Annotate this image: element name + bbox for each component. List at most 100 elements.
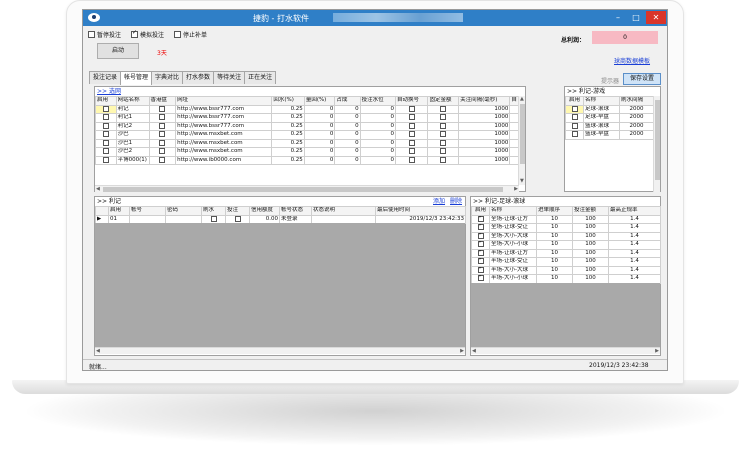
play-enabled-checkbox[interactable] [477,215,484,222]
site-enabled[interactable] [95,147,117,157]
play-enabled[interactable] [471,274,490,284]
site-fixed-checkbox[interactable] [440,131,447,137]
site-fixed-amount[interactable] [427,147,460,157]
site-row[interactable]: 利记1 http://www.bssr777.com 0.25 0 0 0 1000 [95,113,519,123]
play-enabled[interactable] [471,240,490,250]
site-fixed-amount[interactable] [427,104,460,114]
game-row[interactable]: 足球-早盘 2000 [565,113,654,123]
play-row[interactable]: 全场-让球-受让101001.4 [471,223,661,233]
tab-dictionary[interactable]: 字典对比 [151,71,184,84]
play-row[interactable]: 半场-让球-让方101001.4 [471,248,661,258]
sites-hscroll-thumb[interactable] [103,187,503,192]
play-enabled-checkbox[interactable] [477,224,484,230]
site-fixed-checkbox[interactable] [440,122,447,129]
site-auto-switch[interactable] [394,147,429,157]
site-hk-odds[interactable] [148,104,177,114]
tab-following[interactable]: 正在关注 [244,71,277,84]
play-row[interactable]: 半场-大小-小球101001.4 [471,274,661,284]
pause-bet-checkbox[interactable] [88,31,95,38]
play-enabled-checkbox[interactable] [477,249,484,256]
site-enabled[interactable] [95,121,117,131]
scroll-right-icon[interactable]: ▶ [655,349,659,354]
maximize-icon[interactable]: □ [628,11,644,24]
stop-rebet-checkbox[interactable] [174,31,181,38]
site-auto-switch[interactable] [394,104,429,114]
site-hk-checkbox[interactable] [159,148,166,154]
site-row[interactable]: 沙巴 http://www.msxbet.com 0.25 0 0 0 1000 [95,130,519,140]
play-enabled-checkbox[interactable] [477,258,484,264]
play-enabled[interactable] [471,257,490,267]
sim-bet-checkbox[interactable] [131,29,138,38]
play-row[interactable]: 全场-大小-小球101001.4 [471,240,661,250]
scroll-left-icon[interactable]: ◀ [472,349,476,354]
site-fixed-amount[interactable] [427,121,460,131]
site-enabled[interactable] [95,130,117,140]
site-row[interactable]: 平博000(1) http://www.ib0000.com 0.25 0 0 0 1000 [95,155,519,165]
site-hk-checkbox[interactable] [159,105,166,112]
tab-accounts[interactable]: 帐号管理 [120,71,153,85]
play-row[interactable]: 全场-让球-让方101001.4 [471,214,661,224]
site-fixed-amount[interactable] [427,155,460,165]
game-enabled[interactable] [565,104,584,114]
sites-vscroll-thumb[interactable] [520,104,525,164]
game-enabled[interactable] [565,121,584,131]
site-auto-checkbox[interactable] [408,122,415,129]
site-auto-checkbox[interactable] [408,114,415,120]
site-auto-switch[interactable] [394,121,429,131]
site-enabled[interactable] [95,155,117,165]
play-row[interactable]: 半场-让球-受让101001.4 [471,257,661,267]
play-row[interactable]: 全场-大小-大球101001.4 [471,231,661,241]
site-auto-checkbox[interactable] [408,139,415,146]
game-enabled-checkbox[interactable] [571,114,578,120]
site-hk-odds[interactable] [148,147,177,157]
site-auto-switch[interactable] [394,138,429,148]
scroll-down-icon[interactable]: ▼ [520,179,524,184]
site-enabled-checkbox[interactable] [102,139,109,146]
site-hk-odds[interactable] [148,121,177,131]
play-enabled-checkbox[interactable] [477,241,484,247]
play-enabled[interactable] [471,214,490,224]
site-auto-switch[interactable] [394,113,429,123]
site-enabled[interactable] [95,138,117,148]
site-row[interactable]: 沙巴2 http://www.msxbet.com 0.25 0 0 0 1000 [95,147,519,157]
site-auto-switch[interactable] [394,155,429,165]
site-fixed-checkbox[interactable] [440,139,447,146]
site-auto-checkbox[interactable] [408,148,415,154]
save-settings-button[interactable]: 保存设置 [623,73,661,85]
site-fixed-checkbox[interactable] [440,156,447,163]
site-enabled-checkbox[interactable] [102,114,109,120]
game-enabled-checkbox[interactable] [571,122,578,129]
sites-vscrollbar[interactable]: ▲ ▼ [518,96,525,185]
scroll-right-icon[interactable]: ▶ [514,187,518,192]
site-hk-odds[interactable] [148,138,177,148]
play-enabled[interactable] [471,248,490,258]
accounts-hscrollbar[interactable]: ◀ ▶ [95,347,465,354]
site-hk-odds[interactable] [148,113,177,123]
site-fixed-amount[interactable] [427,138,460,148]
site-row[interactable]: 沙巴1 http://www.msxbet.com 0.25 0 0 0 1000 [95,138,519,148]
site-fixed-amount[interactable] [427,130,460,140]
games-vscrollbar[interactable] [653,96,660,192]
site-fixed-checkbox[interactable] [440,105,447,112]
site-enabled-checkbox[interactable] [102,105,109,112]
template-link[interactable]: 球商数据模板 [614,56,650,65]
site-hk-checkbox[interactable] [159,131,166,137]
site-auto-switch[interactable] [394,130,429,140]
games-vscroll-thumb[interactable] [655,100,660,180]
site-row[interactable]: 利记 http://www.bssr777.com 0.25 0 0 0 1000 [95,104,519,114]
play-enabled[interactable] [471,223,490,233]
game-row[interactable]: 篮球-早盘 2000 [565,130,654,140]
site-hk-checkbox[interactable] [159,139,166,146]
game-enabled[interactable] [565,113,584,123]
play-enabled-checkbox[interactable] [477,275,484,281]
game-row[interactable]: 足球-滚球 2000 [565,104,654,114]
site-hk-checkbox[interactable] [159,114,166,120]
tab-bet-records[interactable]: 投注记录 [89,71,122,84]
site-auto-checkbox[interactable] [408,105,415,112]
scroll-up-icon[interactable]: ▲ [520,97,524,102]
site-hk-odds[interactable] [148,130,177,140]
site-enabled[interactable] [95,104,117,114]
site-hk-odds[interactable] [148,155,177,165]
tab-params[interactable]: 打水参数 [182,71,215,84]
site-hk-checkbox[interactable] [159,122,166,129]
